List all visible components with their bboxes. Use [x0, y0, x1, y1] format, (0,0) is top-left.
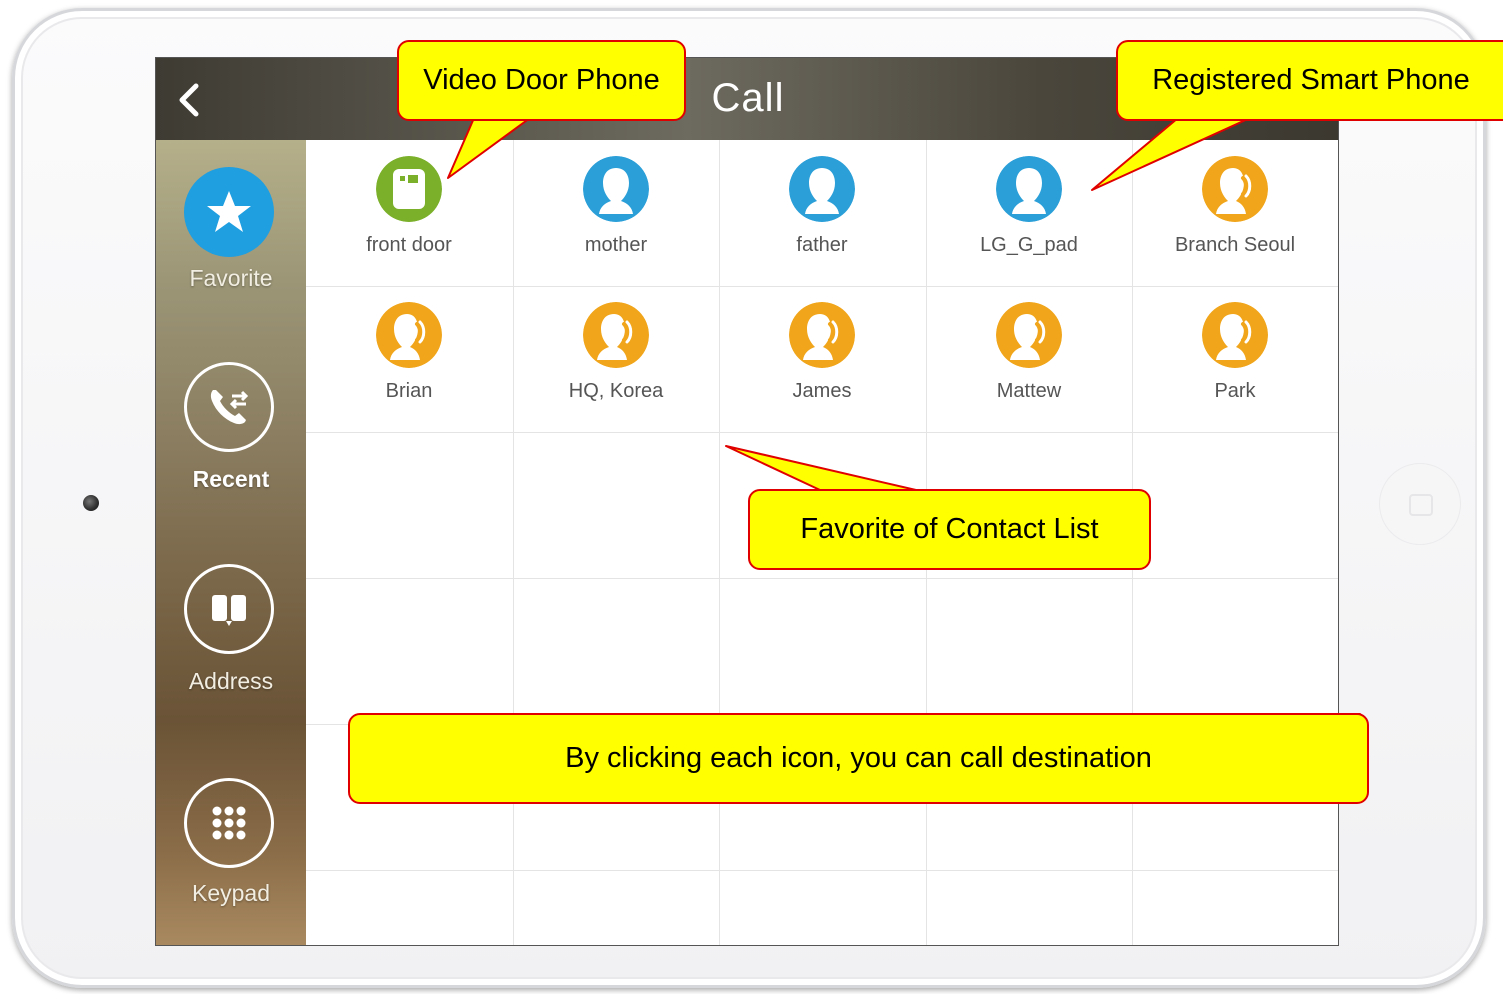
camera-icon	[83, 495, 99, 511]
contact-item[interactable]: James	[719, 286, 925, 432]
address-button[interactable]	[184, 564, 274, 654]
callout-registered-smart-phone: Registered Smart Phone	[1116, 40, 1503, 121]
sidebar-item-label: Keypad	[191, 880, 270, 906]
app-screen: Call Favorite Recent Address Keypad fron…	[155, 57, 1339, 946]
contact-name: Mattew	[996, 380, 1062, 402]
contact-item[interactable]: front door	[306, 140, 512, 286]
contact-name: Brian	[385, 380, 433, 402]
contact-name: HQ, Korea	[568, 380, 664, 402]
person-icon	[789, 156, 855, 222]
person-phone-icon	[996, 302, 1062, 368]
sidebar-item-keypad[interactable]: Keypad	[156, 760, 306, 945]
sidebar-item-label: Recent	[192, 466, 270, 492]
contact-item[interactable]: Park	[1132, 286, 1338, 432]
person-phone-icon	[1202, 302, 1268, 368]
contact-name: father	[796, 234, 848, 256]
contact-name: James	[792, 380, 852, 402]
book-icon	[212, 595, 246, 626]
contact-name: Park	[1214, 380, 1256, 402]
star-icon	[207, 191, 251, 232]
person-phone-icon	[1202, 156, 1268, 222]
contact-name: Branch Seoul	[1174, 234, 1296, 256]
favorite-button[interactable]	[184, 167, 274, 257]
recent-button[interactable]	[184, 362, 274, 452]
sidebar-item-recent[interactable]: Recent	[156, 340, 306, 530]
sidebar-item-label: Address	[188, 668, 274, 694]
contact-item[interactable]: Branch Seoul	[1132, 140, 1338, 286]
person-phone-icon	[789, 302, 855, 368]
contact-item[interactable]: Mattew	[926, 286, 1132, 432]
contact-item[interactable]: Brian	[306, 286, 512, 432]
keypad-button[interactable]	[184, 778, 274, 868]
person-phone-icon	[583, 302, 649, 368]
sidebar-item-favorite[interactable]: Favorite	[156, 140, 306, 330]
sidebar-item-label: Favorite	[189, 265, 273, 291]
person-icon	[583, 156, 649, 222]
callout-favorite-contact-list: Favorite of Contact List	[748, 489, 1151, 570]
callout-video-door-phone: Video Door Phone	[397, 40, 686, 121]
contact-item[interactable]: LG_G_pad	[926, 140, 1132, 286]
phone-transfer-icon	[210, 390, 249, 425]
person-phone-icon	[376, 302, 442, 368]
sidebar-item-address[interactable]: Address	[156, 540, 306, 730]
sidebar: Favorite Recent Address Keypad	[156, 140, 306, 945]
door-phone-icon	[376, 156, 442, 222]
contact-item[interactable]: father	[719, 140, 925, 286]
contact-item[interactable]: mother	[513, 140, 719, 286]
contact-item[interactable]: HQ, Korea	[513, 286, 719, 432]
person-icon	[996, 156, 1062, 222]
contact-name: mother	[584, 234, 648, 256]
keypad-icon	[212, 806, 246, 840]
contact-name: front door	[366, 234, 452, 256]
contact-name: LG_G_pad	[980, 234, 1078, 256]
home-button[interactable]	[1379, 463, 1461, 545]
callout-click-hint: By clicking each icon, you can call dest…	[348, 713, 1369, 804]
